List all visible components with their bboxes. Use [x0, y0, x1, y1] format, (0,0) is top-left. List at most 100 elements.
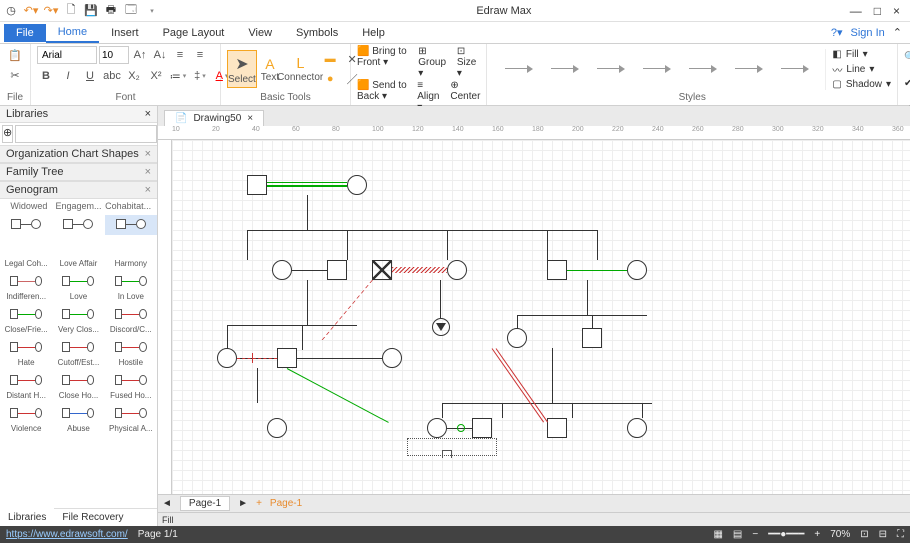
tab-file-recovery[interactable]: File Recovery — [54, 509, 131, 526]
stencil-shape[interactable]: Legal Coh... — [0, 239, 52, 268]
font-shrink-icon[interactable]: A↓ — [151, 46, 169, 64]
fit-page-icon[interactable]: ⊡ — [860, 529, 868, 540]
stencil-shape[interactable] — [52, 215, 104, 235]
style-arrow-7[interactable] — [781, 63, 809, 75]
stencil-family-tree[interactable]: Family Tree× — [0, 163, 157, 181]
preview-icon[interactable]: 🗔 — [124, 4, 138, 18]
stencil-shape[interactable]: Hate — [0, 338, 52, 367]
align-center-icon[interactable]: ≡ — [191, 46, 209, 64]
status-url[interactable]: https://www.edrawsoft.com/ — [6, 529, 128, 540]
font-size-input[interactable] — [99, 46, 129, 64]
drawing-canvas[interactable] — [172, 140, 910, 494]
page-tab-1[interactable]: Page-1 — [180, 496, 230, 511]
view-mode-1[interactable]: ▦ — [713, 529, 722, 540]
close-button[interactable]: × — [893, 4, 900, 18]
stencil-shape[interactable]: Indifferen... — [0, 272, 52, 301]
bullets-icon[interactable]: ≔ — [169, 67, 187, 85]
size-button[interactable]: ⊡ Size ▾ — [457, 46, 481, 79]
library-search-input[interactable] — [15, 125, 157, 143]
tab-home[interactable]: Home — [46, 23, 99, 43]
tab-symbols[interactable]: Symbols — [284, 24, 350, 42]
align-left-icon[interactable]: ≡ — [171, 46, 189, 64]
select-tool-button[interactable]: ➤Select — [227, 50, 257, 88]
shape-circle-icon[interactable]: ● — [321, 70, 339, 88]
signin-link[interactable]: Sign In — [851, 27, 885, 39]
paste-icon[interactable]: 📋 — [6, 46, 24, 64]
tab-view[interactable]: View — [236, 24, 284, 42]
zoom-in-icon[interactable]: + — [814, 529, 820, 540]
print-icon[interactable]: 🖶 — [104, 4, 118, 18]
connector-styles-gallery[interactable] — [493, 63, 821, 75]
stencil-shape[interactable]: Hostile — [105, 338, 157, 367]
bring-front-button[interactable]: 🟧 Bring to Front ▾ — [357, 46, 408, 79]
stencil-shape[interactable]: Cutoff/Est... — [52, 338, 104, 367]
subscript-icon[interactable]: X₂ — [125, 67, 143, 85]
line-button[interactable]: 〰 Line ▾ — [832, 62, 891, 77]
shape-rect-icon[interactable]: ▬ — [321, 50, 339, 68]
zoom-slider[interactable]: ━━●━━━ — [768, 529, 804, 540]
stencil-shape[interactable]: Very Clos... — [52, 305, 104, 334]
maximize-button[interactable]: □ — [874, 4, 881, 18]
stencil-shape[interactable] — [105, 215, 157, 235]
stencil-shape[interactable]: Abuse — [52, 404, 104, 433]
stencil-shape[interactable]: Close Ho... — [52, 371, 104, 400]
bold-icon[interactable]: B — [37, 67, 55, 85]
stencil-shape[interactable] — [0, 215, 52, 235]
style-arrow-3[interactable] — [597, 63, 625, 75]
style-arrow-1[interactable] — [505, 63, 533, 75]
spell-check-button[interactable]: ✔ Spelling Check — [904, 72, 910, 94]
file-menu-button[interactable]: File — [4, 24, 46, 42]
linespacing-icon[interactable]: ‡ — [191, 67, 209, 85]
cut-icon[interactable]: ✂ — [6, 66, 24, 84]
page-add-icon[interactable]: + — [256, 498, 262, 509]
view-mode-2[interactable]: ▤ — [733, 529, 742, 540]
stencil-shape[interactable]: Physical A... — [105, 404, 157, 433]
connector-tool-button[interactable]: ᒪConnector — [283, 50, 317, 88]
stencil-shape[interactable]: Fused Ho... — [105, 371, 157, 400]
page-nav-next[interactable]: ► — [238, 498, 248, 509]
undo-icon[interactable]: ↶▾ — [24, 4, 38, 18]
stencil-shape[interactable]: Violence — [0, 404, 52, 433]
libraries-close-icon[interactable]: × — [145, 108, 151, 120]
stencil-shape[interactable]: Discord/C... — [105, 305, 157, 334]
style-arrow-5[interactable] — [689, 63, 717, 75]
page-nav-prev[interactable]: ◄ — [162, 498, 172, 509]
fullscreen-icon[interactable]: ⛶ — [897, 529, 904, 540]
find-replace-button[interactable]: 🔍 Find & Replace — [904, 46, 910, 68]
superscript-icon[interactable]: X² — [147, 67, 165, 85]
fill-button[interactable]: ◧ Fill ▾ — [832, 49, 891, 60]
stencil-shape[interactable]: Close/Frie... — [0, 305, 52, 334]
style-arrow-2[interactable] — [551, 63, 579, 75]
style-arrow-4[interactable] — [643, 63, 671, 75]
italic-icon[interactable]: I — [59, 67, 77, 85]
page-tab-2[interactable]: Page-1 — [270, 498, 302, 509]
shadow-button[interactable]: ▢ Shadow ▾ — [832, 79, 891, 90]
fit-width-icon[interactable]: ⊟ — [879, 529, 887, 540]
stencil-shape[interactable]: Harmony — [105, 239, 157, 268]
qat-more-icon[interactable] — [144, 4, 158, 18]
tab-insert[interactable]: Insert — [99, 24, 151, 42]
stencil-add-icon[interactable]: ⊕ — [2, 125, 13, 143]
strike-icon[interactable]: abc — [103, 67, 121, 85]
style-arrow-6[interactable] — [735, 63, 763, 75]
tab-page-layout[interactable]: Page Layout — [151, 24, 237, 42]
new-icon[interactable]: 🗋 — [64, 4, 78, 18]
stencil-shape[interactable]: Love Affair — [52, 239, 104, 268]
stencil-shape[interactable]: In Love — [105, 272, 157, 301]
stencil-org-chart[interactable]: Organization Chart Shapes× — [0, 145, 157, 163]
stencil-genogram[interactable]: Genogram× — [0, 181, 157, 199]
group-button[interactable]: ⊞ Group ▾ — [418, 46, 447, 79]
ribbon-collapse-icon[interactable]: ⌃ — [893, 26, 902, 39]
zoom-out-icon[interactable]: − — [752, 529, 758, 540]
underline-icon[interactable]: U — [81, 67, 99, 85]
redo-icon[interactable]: ↷▾ — [44, 4, 58, 18]
stencil-shape[interactable]: Love — [52, 272, 104, 301]
tab-close-icon[interactable]: × — [247, 113, 253, 124]
document-tab[interactable]: 📄 Drawing50 × — [164, 110, 264, 126]
save-icon[interactable]: 💾 — [84, 4, 98, 18]
tab-help[interactable]: Help — [350, 24, 397, 42]
minimize-button[interactable]: — — [850, 4, 862, 18]
font-name-input[interactable] — [37, 46, 97, 64]
stencil-shape[interactable]: Distant H... — [0, 371, 52, 400]
help-icon[interactable]: ?▾ — [831, 26, 843, 39]
